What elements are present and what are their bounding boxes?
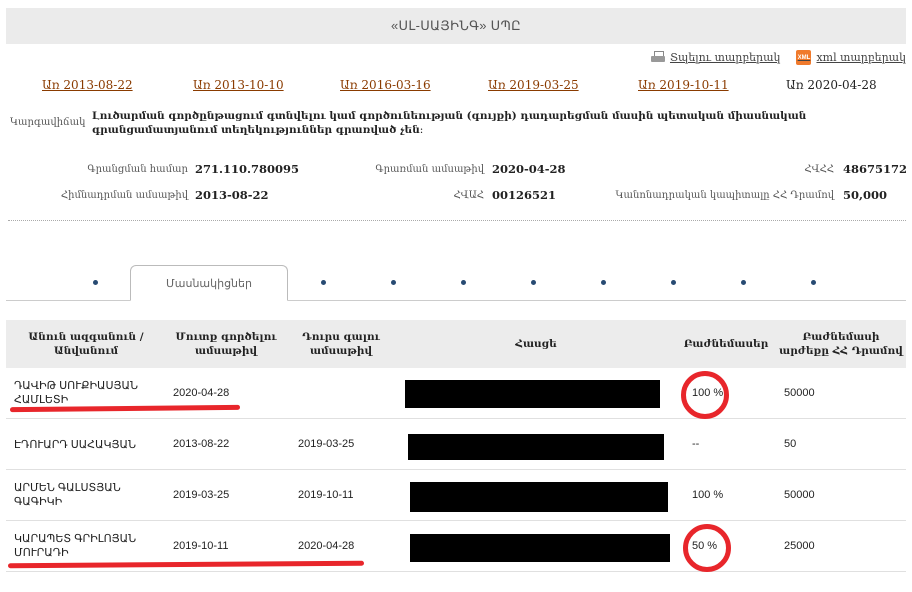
tab-dot[interactable]	[601, 280, 606, 285]
history-date-link[interactable]: Առ 2013-08-22	[42, 78, 133, 92]
code-label: ՀՎԱՀ	[453, 190, 484, 201]
current-date: Առ 2020-04-28	[786, 78, 877, 92]
xml-file-icon: XML	[796, 50, 812, 65]
tab-participants[interactable]: Մասնակիցներ	[130, 265, 288, 301]
tab-dot[interactable]	[461, 280, 466, 285]
tab-dot[interactable]	[391, 280, 396, 285]
cell-exit: 2019-03-25	[298, 438, 355, 450]
cell-name: ԱՐՄԵՆ ԳԱԼՍՏՅԱՆ ԳԱԳԻԿԻ	[14, 482, 121, 508]
tin-value: 48675172	[843, 162, 908, 176]
founded-value: 2013-08-22	[195, 188, 269, 202]
address-redaction	[410, 482, 668, 512]
xml-version-link[interactable]: XML xml տարբերակ	[796, 50, 906, 65]
highlight-circle	[681, 371, 729, 419]
cell-value: 50000	[784, 387, 815, 399]
capital-label: Կանոնադրական կապիտալը ՀՀ Դրամով	[615, 190, 834, 201]
code-value: 00126521	[492, 188, 557, 202]
history-date-link[interactable]: Առ 2019-10-11	[638, 78, 729, 92]
cell-value: 50000	[784, 489, 815, 501]
tab-dot[interactable]	[93, 280, 98, 285]
print-version-link[interactable]: Տպելու տարբերակ	[650, 51, 781, 64]
col-header-entry: Մուտք գործելու ամսաթիվ	[175, 331, 277, 357]
company-title: «ՍԼ-ՍԱՅԻՆԳ» ՍՊԸ	[391, 18, 521, 33]
address-redaction	[408, 434, 664, 460]
history-date-link[interactable]: Առ 2019-03-25	[488, 78, 579, 92]
col-header-shares: Բաժնեմասեր	[683, 338, 769, 350]
tab-dot[interactable]	[671, 280, 676, 285]
cell-share: 100 %	[692, 489, 724, 501]
reg-number-label: Գրանցման համար	[87, 164, 188, 175]
col-header-name: Անուն ազգանուն / Անվանում	[28, 331, 144, 357]
cell-entry: 2019-03-25	[173, 489, 230, 501]
cell-value: 50	[784, 438, 797, 450]
reg-date-value: 2020-04-28	[492, 162, 566, 176]
cell-name: ԷԴՈՒԱՐԴ ՍԱՀԱԿՅԱՆ	[14, 438, 136, 451]
tab-dot[interactable]	[321, 280, 326, 285]
cell-value: 25000	[784, 540, 815, 552]
xml-version-label: xml տարբերակ	[816, 51, 906, 64]
history-date-link[interactable]: Առ 2013-10-10	[193, 78, 284, 92]
col-header-exit: Դուրս գալու ամսաթիվ	[302, 331, 380, 357]
address-redaction	[405, 380, 660, 408]
export-links: Տպելու տարբերակ XML xml տարբերակ	[650, 50, 906, 65]
reg-number-value: 271.110.780095	[195, 162, 300, 176]
cell-entry: 2013-08-22	[173, 438, 230, 450]
page-header: «ՍԼ-ՍԱՅԻՆԳ» ՍՊԸ	[6, 8, 906, 44]
status-label: Կարգավիճակ	[10, 117, 86, 128]
tab-bar: Մասնակիցներ	[6, 265, 906, 301]
highlight-circle	[683, 524, 731, 572]
reg-date-label: Գրառման ամսաթիվ	[375, 164, 484, 175]
print-version-label: Տպելու տարբերակ	[669, 51, 781, 64]
tab-dot[interactable]	[741, 280, 746, 285]
history-date-link[interactable]: Առ 2016-03-16	[340, 78, 431, 92]
history-dates-bar: Առ 2013-08-22 Առ 2013-10-10 Առ 2016-03-1…	[0, 78, 912, 94]
cell-exit: 2019-10-11	[298, 489, 354, 501]
founded-label: Հիմնադրման ամսաթիվ	[60, 190, 188, 201]
table-header: Անուն ազգանուն / Անվանում Մուտք գործելու…	[6, 320, 906, 368]
tab-dot[interactable]	[531, 280, 536, 285]
tin-label: ՀՎՀՀ	[804, 164, 834, 175]
address-redaction	[410, 534, 670, 562]
cell-entry: 2020-04-28	[173, 387, 230, 399]
col-header-address: Հասցե	[515, 338, 557, 350]
capital-value: 50,000	[843, 188, 888, 202]
cell-share: --	[692, 438, 700, 450]
printer-icon	[650, 51, 665, 64]
status-text: Լուծարման գործընթացում գտնվելու կամ գործ…	[92, 110, 807, 136]
divider	[8, 220, 906, 221]
tab-dot[interactable]	[811, 280, 816, 285]
col-header-value: Բաժնեմասի արժեքը ՀՀ Դրամով	[779, 331, 903, 357]
